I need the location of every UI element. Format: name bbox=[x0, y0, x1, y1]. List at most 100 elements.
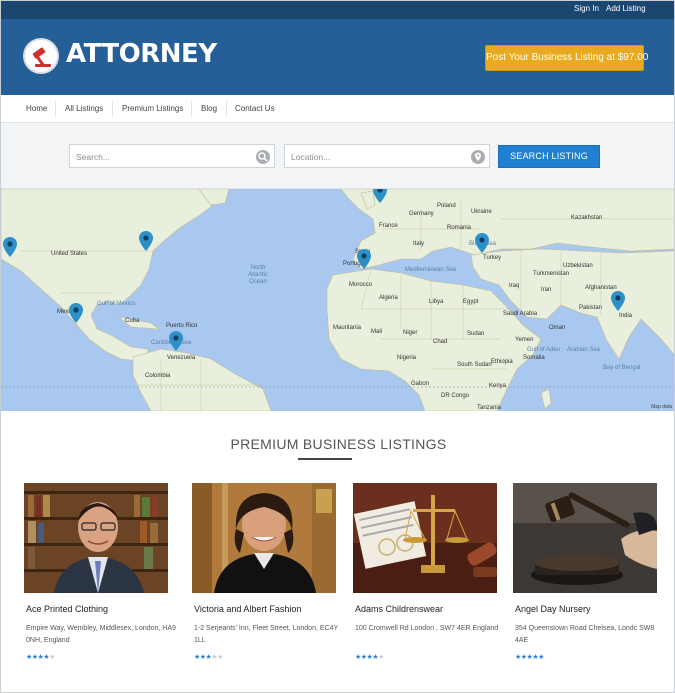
listing-address: 354 Queenstown Road Chelsea, Londc SW8 4… bbox=[515, 625, 655, 644]
map-label: Uzbekistan bbox=[563, 263, 593, 269]
listing-photo[interactable] bbox=[513, 483, 657, 593]
map-land-shapes bbox=[1, 189, 674, 411]
listing-photo[interactable] bbox=[353, 483, 497, 593]
star-icon: ★★★★ bbox=[355, 654, 379, 661]
star-icon: ★★★ bbox=[194, 654, 212, 661]
map-label: DR Congo bbox=[441, 393, 470, 399]
listings-map[interactable]: United States Mexico Cuba Puerto Rico Ca… bbox=[1, 189, 674, 411]
map-label: Libya bbox=[429, 299, 444, 305]
map-label: Nigeria bbox=[397, 355, 417, 361]
map-label: Morocco bbox=[349, 282, 373, 288]
top-bar: Sign In Add Listing bbox=[1, 1, 674, 19]
location-search-input[interactable] bbox=[291, 149, 461, 164]
map-marker-icon[interactable] bbox=[3, 237, 17, 257]
page-frame: Sign In Add Listing ATTORNEY Post Your B… bbox=[0, 0, 675, 693]
map-label: Mali bbox=[371, 329, 383, 335]
keyword-field bbox=[69, 144, 275, 168]
post-listing-button[interactable]: Post Your Business Listing at $97.00 bbox=[485, 45, 648, 71]
map-label: Bay of Bengal bbox=[603, 365, 641, 371]
map-label: Tanzania bbox=[477, 405, 502, 411]
map-label: Romania bbox=[447, 225, 472, 231]
rating-stars: ★★★★★ bbox=[355, 653, 384, 661]
map-label: Gulf of Mexico bbox=[97, 301, 136, 307]
map-label: Arabian Sea bbox=[567, 347, 601, 353]
listing-name[interactable]: Angel Day Nursery bbox=[515, 604, 665, 614]
location-pin-icon[interactable] bbox=[471, 150, 485, 164]
star-icon: ★ bbox=[49, 654, 55, 661]
map-label: Sudan bbox=[467, 331, 485, 337]
search-icon[interactable] bbox=[256, 150, 270, 164]
map-label: Algeria bbox=[379, 295, 398, 301]
map-label: Italy bbox=[413, 241, 425, 247]
site-logo-text[interactable]: ATTORNEY bbox=[66, 39, 217, 69]
map-marker-icon[interactable] bbox=[357, 249, 371, 269]
map-credit[interactable]: Map data bbox=[651, 404, 672, 410]
map-marker-icon[interactable] bbox=[169, 331, 183, 351]
listing-name[interactable]: Ace Printed Clothing bbox=[26, 604, 176, 614]
rating-stars: ★★★★★ bbox=[194, 653, 223, 661]
nav-item-contact-us[interactable]: Contact Us bbox=[235, 104, 275, 113]
nav-divider bbox=[112, 101, 113, 117]
map-label: Chad bbox=[433, 339, 448, 345]
star-icon: ★★★★★ bbox=[515, 654, 544, 661]
map-marker-icon[interactable] bbox=[69, 303, 83, 323]
map-marker-icon[interactable] bbox=[611, 291, 625, 311]
map-label: Kazakhstan bbox=[571, 215, 603, 221]
map-label: France bbox=[379, 223, 398, 229]
map-label: Gulf of Aden bbox=[527, 347, 561, 353]
map-label: Yemen bbox=[515, 337, 534, 343]
add-listing-link[interactable]: Add Listing bbox=[606, 4, 646, 13]
search-bar: SEARCH LISTING bbox=[1, 123, 674, 189]
nav-item-blog[interactable]: Blog bbox=[201, 104, 217, 113]
map-label: Mauritania bbox=[333, 325, 362, 331]
star-icon: ★★★★ bbox=[26, 654, 50, 661]
main-nav: Home All Listings Premium Listings Blog … bbox=[1, 95, 674, 123]
star-icon: ★ bbox=[378, 654, 384, 661]
map-label: Kenya bbox=[489, 383, 507, 389]
nav-divider bbox=[191, 101, 192, 117]
listing-name[interactable]: Adams Childrenswear bbox=[355, 604, 505, 614]
location-field bbox=[284, 144, 490, 168]
map-marker-icon[interactable] bbox=[373, 189, 387, 203]
map-label: Turkmenistan bbox=[533, 271, 570, 277]
map-label: United States bbox=[51, 251, 88, 257]
map-label: Poland bbox=[437, 203, 456, 209]
site-header: ATTORNEY Post Your Business Listing at $… bbox=[1, 19, 674, 95]
map-label: Mediterranean Sea bbox=[405, 267, 457, 273]
map-label: North Atlantic Ocean bbox=[248, 265, 268, 285]
map-marker-icon[interactable] bbox=[475, 233, 489, 253]
nav-divider bbox=[55, 101, 56, 117]
map-label: Gabon bbox=[411, 381, 430, 387]
map-label: Iraq bbox=[509, 283, 520, 289]
map-label: Cuba bbox=[125, 318, 140, 324]
map-label: Egypt bbox=[463, 299, 479, 305]
map-label: Oman bbox=[549, 325, 566, 331]
nav-item-all-listings[interactable]: All Listings bbox=[65, 104, 103, 113]
map-label: South Sudan bbox=[457, 362, 492, 368]
map-marker-icon[interactable] bbox=[139, 231, 153, 251]
listing-name[interactable]: Victoria and Albert Fashion bbox=[194, 604, 344, 614]
listing-address: Empire Way, Wembley, Middlesex, London, … bbox=[26, 625, 176, 644]
map-label: Iran bbox=[541, 287, 552, 293]
star-icon: ★★ bbox=[211, 654, 223, 661]
nav-item-premium-listings[interactable]: Premium Listings bbox=[122, 104, 183, 113]
map-label: Germany bbox=[409, 211, 434, 217]
rating-stars: ★★★★★ bbox=[515, 653, 544, 661]
listing-photo[interactable] bbox=[24, 483, 168, 593]
nav-item-home[interactable]: Home bbox=[26, 104, 47, 113]
listing-address: 100 Cromwell Rd London , SW7 4ER England bbox=[355, 625, 499, 632]
map-label: Venezuela bbox=[167, 355, 196, 361]
sign-in-link[interactable]: Sign In bbox=[574, 4, 599, 13]
rating-stars: ★★★★★ bbox=[26, 653, 55, 661]
map-label: Ukraine bbox=[471, 209, 492, 215]
gavel-logo-icon[interactable] bbox=[23, 38, 59, 74]
section-title: PREMIUM BUSINESS LISTINGS bbox=[230, 436, 447, 452]
map-label: Somalia bbox=[523, 355, 545, 361]
map-label: Niger bbox=[403, 330, 418, 336]
map-label: India bbox=[619, 313, 633, 319]
search-listing-button[interactable]: SEARCH LISTING bbox=[498, 145, 600, 168]
keyword-search-input[interactable] bbox=[76, 149, 246, 164]
listing-photo[interactable] bbox=[192, 483, 336, 593]
listing-address: 1-2 Serjeants' Inn, Fleet Street, London… bbox=[194, 625, 339, 644]
map-label: Pakistan bbox=[579, 305, 603, 311]
